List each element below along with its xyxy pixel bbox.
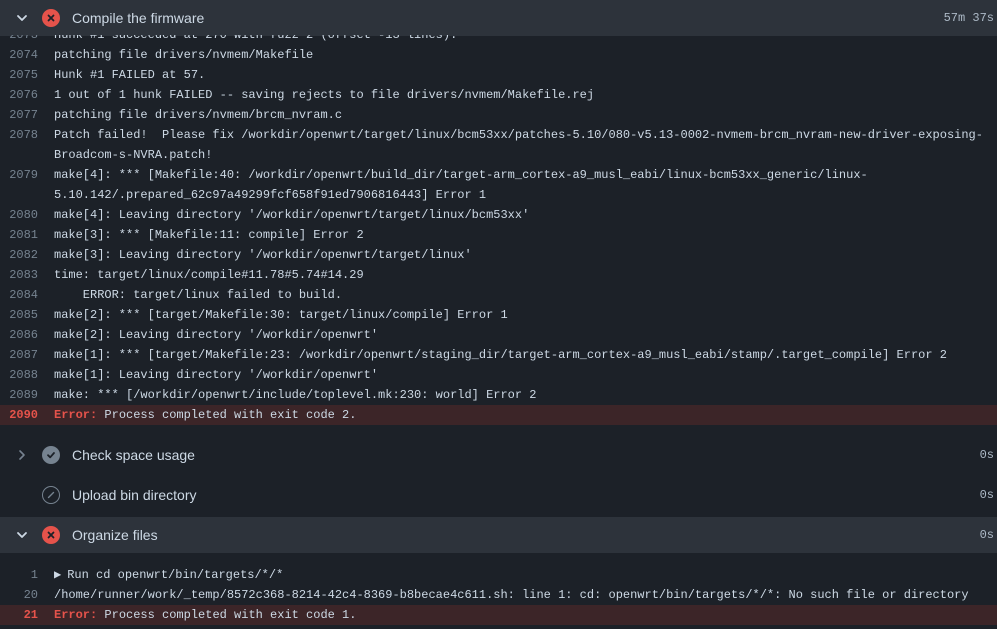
line-text: make[1]: Leaving directory '/workdir/ope… (54, 368, 379, 382)
log-line: 2088 make[1]: Leaving directory '/workdir… (0, 365, 997, 385)
log-line-wrapped: Broadcom-s-NVRA.patch! (0, 145, 997, 165)
line-text: make[3]: Leaving directory '/workdir/ope… (54, 248, 472, 262)
step-name: Organize files (72, 527, 158, 543)
chevron-down-icon[interactable] (15, 11, 29, 25)
line-text: make[4]: Leaving directory '/workdir/ope… (54, 208, 530, 222)
log-line: 2085 make[2]: *** [target/Makefile:30: ta… (0, 305, 997, 325)
step-upload-bin-directory[interactable]: Upload bin directory 0s (0, 477, 997, 513)
line-number[interactable]: 2086 (0, 325, 54, 345)
line-number[interactable]: 2087 (0, 345, 54, 365)
triangle-right-icon[interactable]: ▶ (54, 568, 61, 582)
error-keyword: Error: (54, 408, 98, 422)
line-number[interactable]: 2085 (0, 305, 54, 325)
check-icon (42, 446, 60, 464)
step-duration: 0s (979, 488, 994, 502)
line-number[interactable]: 2090 (0, 405, 54, 425)
log-line: 2083 time: target/linux/compile#11.78#5.7… (0, 265, 997, 285)
line-number[interactable]: 2088 (0, 365, 54, 385)
line-text: patching file drivers/nvmem/Makefile (54, 48, 314, 62)
error-message: Process completed with exit code 2. (97, 408, 357, 422)
line-number[interactable]: 2074 (0, 45, 54, 65)
step-duration: 0s (979, 528, 994, 542)
line-number[interactable]: 2081 (0, 225, 54, 245)
line-number[interactable]: 2082 (0, 245, 54, 265)
log-line: 2081 make[3]: *** [Makefile:11: compile] … (0, 225, 997, 245)
line-text: /home/runner/work/_temp/8572c368-8214-42… (54, 588, 969, 602)
log-error-line: 2090 Error: Process completed with exit … (0, 405, 997, 425)
log-line: 2075 Hunk #1 FAILED at 57. (0, 65, 997, 85)
step-check-space-usage[interactable]: Check space usage 0s (0, 437, 997, 473)
log-line: 2078 Patch failed! Please fix /workdir/op… (0, 125, 997, 145)
step-name: Upload bin directory (72, 487, 197, 503)
line-text: make[3]: *** [Makefile:11: compile] Erro… (54, 228, 364, 242)
line-number[interactable]: 2073 (0, 35, 54, 45)
line-text: Hunk #1 FAILED at 57. (54, 68, 206, 82)
log-line-wrapped: 5.10.142/.prepared_62c97a49299fcf658f91e… (0, 185, 997, 205)
line-number[interactable]: 1 (0, 565, 54, 585)
line-number[interactable]: 2076 (0, 85, 54, 105)
line-number[interactable]: 2077 (0, 105, 54, 125)
line-text: patching file drivers/nvmem/brcm_nvram.c (54, 108, 343, 122)
compile-log: 2073 Hunk #1 succeeded at 270 with fuzz … (0, 35, 997, 425)
step-duration: 0s (979, 448, 994, 462)
log-line: 20 /home/runner/work/_temp/8572c368-8214… (0, 585, 997, 605)
log-line: 2077 patching file drivers/nvmem/brcm_nvr… (0, 105, 997, 125)
line-text: make[2]: *** [target/Makefile:30: target… (54, 308, 508, 322)
line-number[interactable]: 2089 (0, 385, 54, 405)
line-text: make[2]: Leaving directory '/workdir/ope… (54, 328, 379, 342)
log-line: 2086 make[2]: Leaving directory '/workdir… (0, 325, 997, 345)
failed-status-icon (42, 526, 60, 544)
line-number[interactable]: 2084 (0, 285, 54, 305)
failed-status-icon (42, 9, 60, 27)
line-text: 1 out of 1 hunk FAILED -- saving rejects… (54, 88, 595, 102)
step-compile-firmware[interactable]: Compile the firmware 57m 37s (0, 0, 997, 36)
step-name: Compile the firmware (72, 10, 205, 26)
skipped-icon (42, 486, 60, 504)
log-line: 2087 make[1]: *** [target/Makefile:23: /w… (0, 345, 997, 365)
line-text: Patch failed! Please fix /workdir/openwr… (54, 128, 983, 142)
organize-log: 1 ▶ Run cd openwrt/bin/targets/*/* 20 /ho… (0, 565, 997, 625)
line-text: make[4]: *** [Makefile:40: /workdir/open… (54, 168, 868, 182)
line-text-continuation: Broadcom-s-NVRA.patch! (54, 148, 213, 162)
group-title: Run cd openwrt/bin/targets/*/* (67, 568, 284, 582)
chevron-down-icon[interactable] (15, 528, 29, 542)
line-number[interactable]: 2079 (0, 165, 54, 185)
line-text-continuation: 5.10.142/.prepared_62c97a49299fcf658f91e… (54, 188, 487, 202)
line-number[interactable]: 2080 (0, 205, 54, 225)
error-keyword: Error: (54, 608, 98, 622)
line-number[interactable]: 21 (0, 605, 54, 625)
error-message: Process completed with exit code 1. (97, 608, 357, 622)
log-line: 2089 make: *** [/workdir/openwrt/include/… (0, 385, 997, 405)
line-text: ERROR: target/linux failed to build. (54, 288, 343, 302)
line-text: make[1]: *** [target/Makefile:23: /workd… (54, 348, 947, 362)
line-number[interactable]: 2083 (0, 265, 54, 285)
log-line: 2079 make[4]: *** [Makefile:40: /workdir/… (0, 165, 997, 185)
log-group-line[interactable]: 1 ▶ Run cd openwrt/bin/targets/*/* (0, 565, 997, 585)
log-line: 2082 make[3]: Leaving directory '/workdir… (0, 245, 997, 265)
log-line: 2084 ERROR: target/linux failed to build… (0, 285, 997, 305)
log-line-partial: 2073 Hunk #1 succeeded at 270 with fuzz … (0, 35, 997, 45)
line-number[interactable]: 2075 (0, 65, 54, 85)
line-text: make: *** [/workdir/openwrt/include/topl… (54, 388, 537, 402)
step-duration: 57m 37s (943, 11, 994, 25)
step-name: Check space usage (72, 447, 195, 463)
log-line: 2080 make[4]: Leaving directory '/workdir… (0, 205, 997, 225)
log-line: 2074 patching file drivers/nvmem/Makefile (0, 45, 997, 65)
line-text: time: target/linux/compile#11.78#5.74#14… (54, 268, 364, 282)
chevron-right-icon[interactable] (15, 448, 29, 462)
step-organize-files[interactable]: Organize files 0s (0, 517, 997, 553)
line-number[interactable]: 2078 (0, 125, 54, 145)
line-text: Hunk #1 succeeded at 270 with fuzz 2 (of… (54, 35, 458, 42)
line-number[interactable]: 20 (0, 585, 54, 605)
log-error-line: 21 Error: Process completed with exit co… (0, 605, 997, 625)
log-line: 2076 1 out of 1 hunk FAILED -- saving rej… (0, 85, 997, 105)
